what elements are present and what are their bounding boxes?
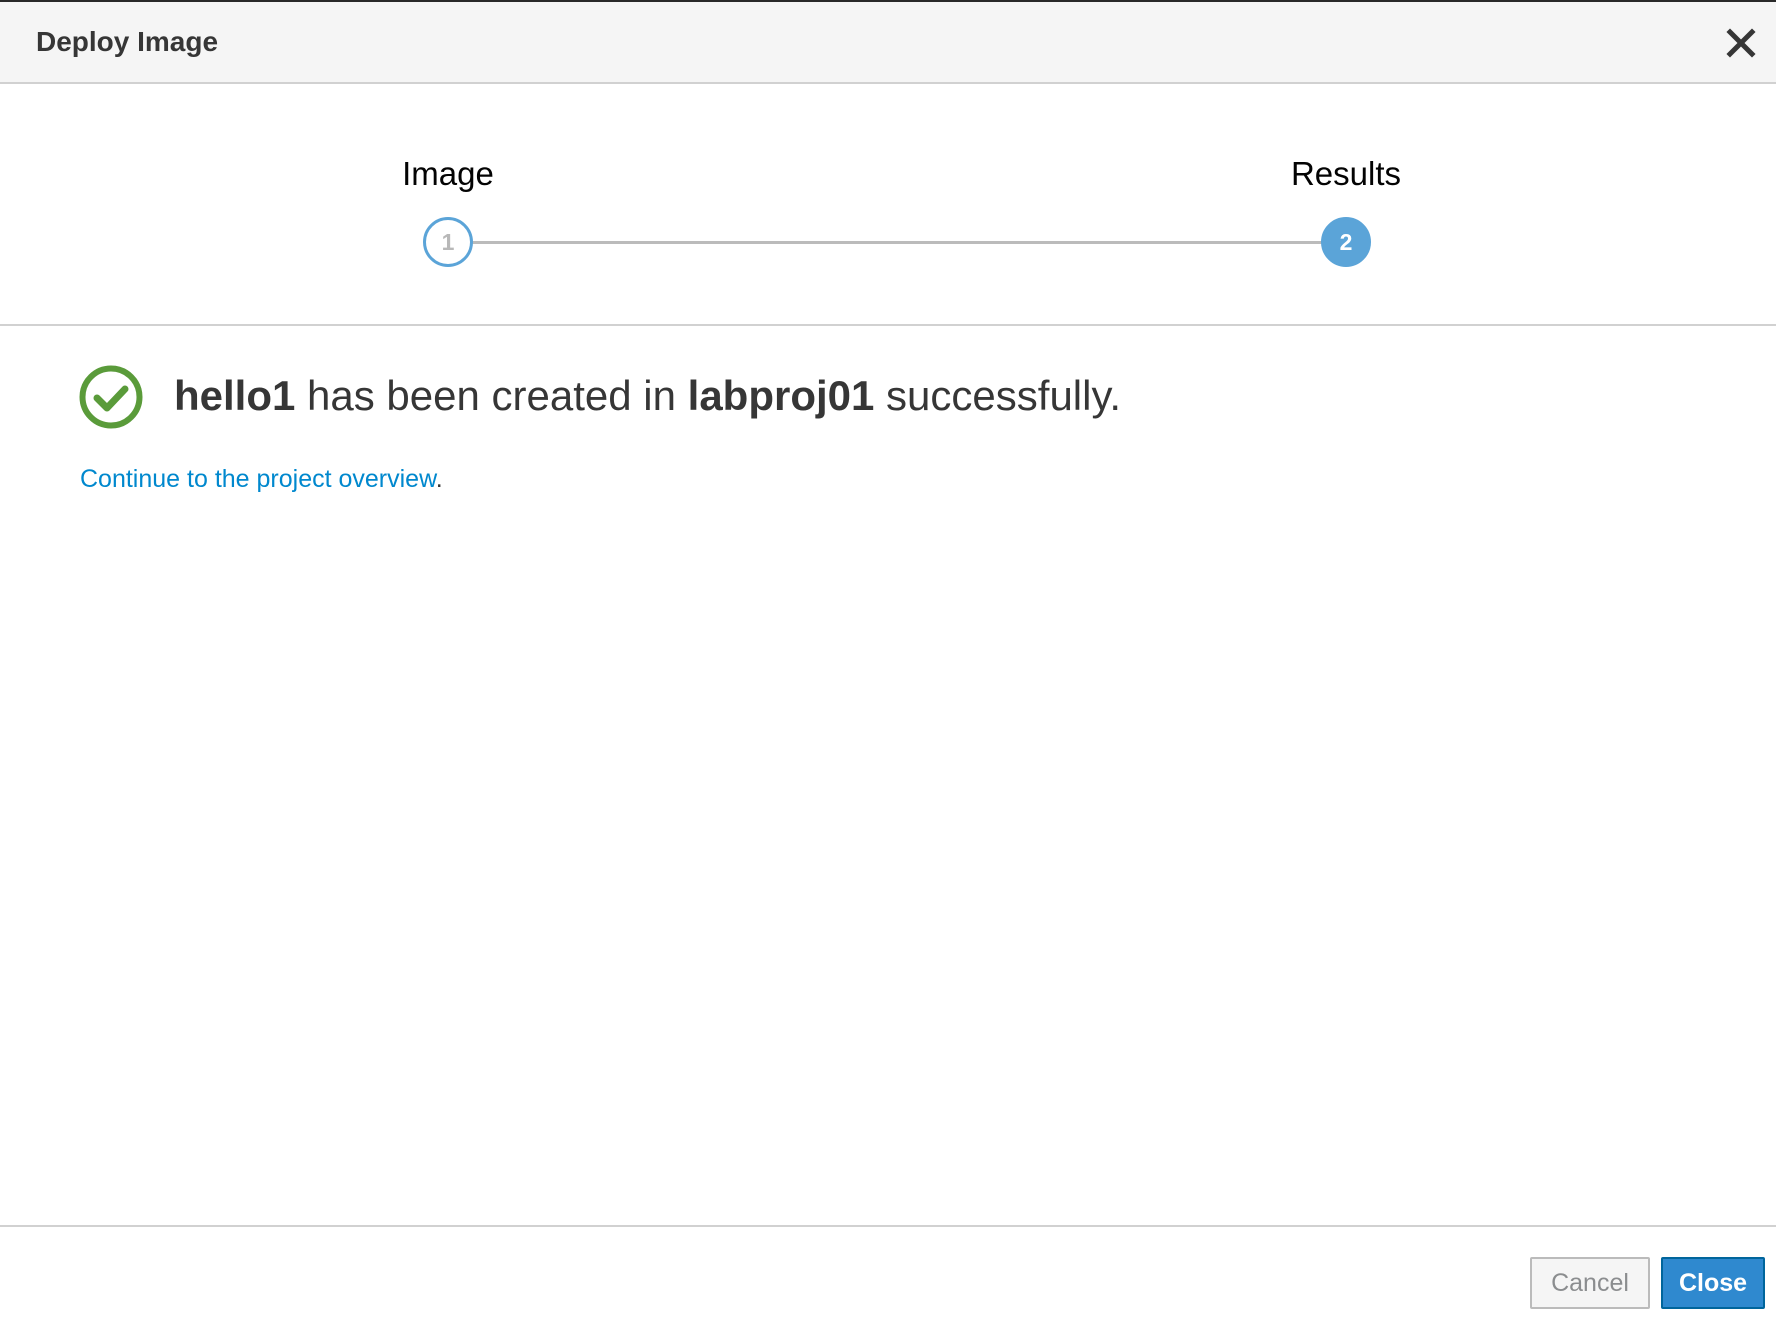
step-label-image[interactable]: Image (402, 154, 494, 194)
wizard-steps: Image Results 1 2 (0, 84, 1776, 326)
dialog-title: Deploy Image (36, 26, 219, 57)
step-connector (470, 241, 1322, 244)
cancel-button[interactable]: Cancel (1530, 1257, 1650, 1309)
check-circle-icon (78, 364, 144, 430)
close-button[interactable]: Close (1661, 1257, 1765, 1309)
step-2-circle[interactable]: 2 (1321, 217, 1371, 267)
message-middle: has been created in (295, 372, 688, 419)
close-icon[interactable] (1724, 26, 1758, 60)
app-name: hello1 (174, 372, 296, 419)
step-1-circle[interactable]: 1 (423, 217, 473, 267)
link-suffix: . (435, 465, 443, 493)
deploy-image-dialog: Deploy Image Image Results 1 2 hello1 ha… (0, 0, 1776, 1326)
continue-line: Continue to the project overview. (80, 462, 443, 496)
message-end: successfully. (874, 372, 1122, 419)
dialog-footer: Cancel Close (0, 1225, 1776, 1326)
step-label-results[interactable]: Results (1291, 154, 1401, 194)
project-name: labproj01 (687, 372, 875, 419)
success-message: hello1 has been created in labproj01 suc… (174, 368, 1121, 424)
project-overview-link[interactable]: Continue to the project overview (80, 465, 436, 493)
dialog-header: Deploy Image (0, 0, 1776, 84)
